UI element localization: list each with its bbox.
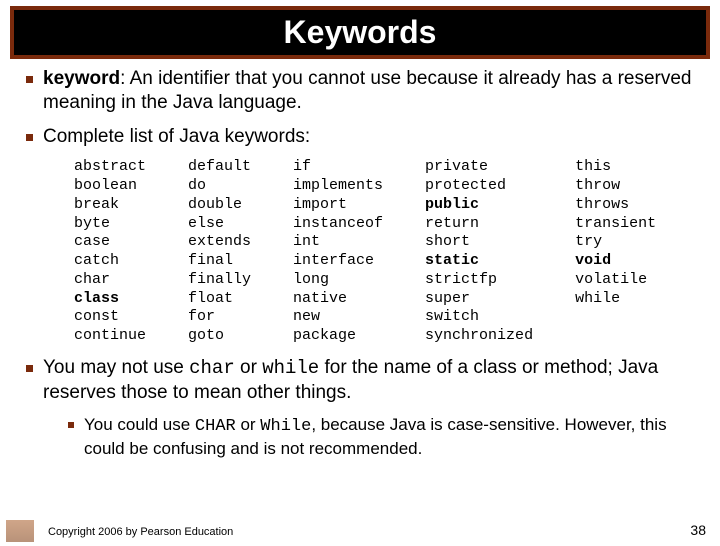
keywords-col-3: if implements import instanceof int inte…	[293, 158, 383, 346]
page-number: 38	[690, 522, 706, 538]
b3-pre: You may not use	[43, 357, 189, 378]
bullet-text: You may not use char or while for the na…	[43, 356, 694, 405]
keywords-col-5: this throw throws transient try void vol…	[575, 158, 656, 346]
slide-body: keyword: An identifier that you cannot u…	[0, 59, 720, 459]
sub-bullet-text: You could use CHAR or While, because Jav…	[84, 414, 694, 459]
s1-mid: or	[236, 415, 261, 434]
keywords-col-4: private protected public return short st…	[425, 158, 533, 346]
footer-decoration-icon	[6, 520, 34, 542]
bullet-icon	[26, 76, 33, 83]
term-rest: : An identifier that you cannot use beca…	[43, 68, 692, 113]
bullet-keyword-def: keyword: An identifier that you cannot u…	[26, 67, 694, 115]
bullet-text: keyword: An identifier that you cannot u…	[43, 67, 694, 115]
bullet-icon	[26, 365, 33, 372]
keywords-col-1: abstract boolean break byte case catch c…	[74, 158, 146, 346]
keywords-table: abstract boolean break byte case catch c…	[74, 158, 694, 346]
bullet-text: Complete list of Java keywords:	[43, 125, 310, 149]
s1-pre: You could use	[84, 415, 195, 434]
bullet-icon	[26, 134, 33, 141]
keywords-col-2: default do double else extends final fin…	[188, 158, 251, 346]
copyright-text: Copyright 2006 by Pearson Education	[48, 526, 233, 538]
b3-code2: while	[262, 357, 319, 379]
b3-mid: or	[235, 357, 262, 378]
slide-title-bar: Keywords	[10, 6, 710, 59]
slide-title: Keywords	[14, 14, 706, 51]
sub-bullet-case: You could use CHAR or While, because Jav…	[68, 414, 694, 459]
s1-code1: CHAR	[195, 417, 236, 436]
term-keyword: keyword	[43, 68, 120, 89]
bullet-may-not-use: You may not use char or while for the na…	[26, 356, 694, 405]
b3-code1: char	[189, 357, 235, 379]
bullet-icon	[68, 422, 74, 428]
s1-code2: While	[260, 417, 311, 436]
bullet-complete-list: Complete list of Java keywords:	[26, 125, 694, 149]
